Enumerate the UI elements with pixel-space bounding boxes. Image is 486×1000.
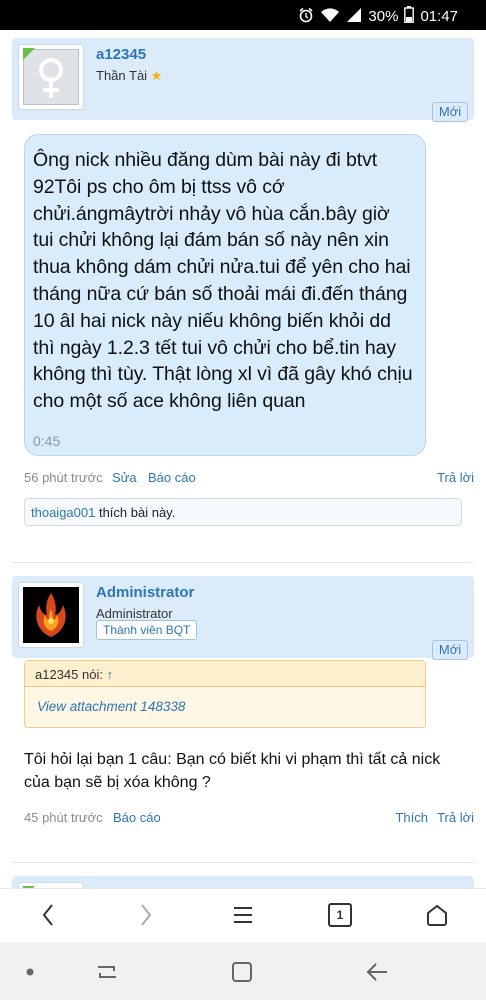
quote-header: a12345 nói: ↑ xyxy=(25,661,425,687)
home-nav-button[interactable] xyxy=(227,960,257,984)
reply-link[interactable]: Trả lời xyxy=(437,810,474,825)
alarm-icon xyxy=(298,7,314,27)
chevron-right-icon xyxy=(141,904,152,926)
forward-button[interactable] xyxy=(131,903,161,929)
browser-toolbar: 1 xyxy=(0,888,486,942)
post-user-bar xyxy=(12,876,474,888)
message-bubble: Ông nick nhiều đăng dùm bài này đi btvt … xyxy=(24,134,426,456)
likes-summary: thoaiga001 thích bài này. xyxy=(24,498,462,526)
reply-link[interactable]: Trả lời xyxy=(437,470,474,485)
battery-icon xyxy=(404,6,415,27)
staff-badge: Thành viên BQT xyxy=(96,620,198,640)
tabs-button[interactable]: 1 xyxy=(325,903,355,929)
home-square-icon xyxy=(232,962,252,982)
menu-icon xyxy=(234,907,252,923)
quote-block: a12345 nói: ↑ View attachment 148338 xyxy=(24,660,426,728)
likes-text: thích bài này. xyxy=(98,505,176,520)
audio-duration: 0:45 xyxy=(33,433,61,449)
dot-icon xyxy=(15,960,45,984)
post-actions: 45 phút trước Báo cáo Thích Trả lời xyxy=(24,810,474,828)
signal-icon xyxy=(346,7,362,27)
flame-emblem-icon xyxy=(36,593,66,637)
wifi-icon xyxy=(320,7,340,27)
back-arrow-icon xyxy=(366,963,387,981)
liker-link[interactable]: thoaiga001 xyxy=(31,505,95,520)
system-nav-bar xyxy=(0,942,486,1000)
recent-apps-icon xyxy=(98,966,116,978)
online-corner-icon xyxy=(23,48,35,60)
post-timestamp[interactable]: 56 phút trước xyxy=(24,470,103,485)
new-indicator-button[interactable]: Mới xyxy=(432,640,468,660)
chevron-left-icon xyxy=(42,904,53,926)
new-indicator-button[interactable]: Mới xyxy=(432,102,468,122)
username[interactable]: a12345 xyxy=(96,46,146,63)
post-actions: 56 phút trước Sửa Báo cáo Trả lời xyxy=(24,470,474,488)
post-divider xyxy=(12,862,474,863)
post-user-bar: Administrator Administrator Thành viên B… xyxy=(12,576,474,658)
menu-button[interactable] xyxy=(228,903,258,929)
quote-author: a12345 nói: xyxy=(35,667,103,682)
tabs-icon: 1 xyxy=(328,903,352,927)
like-link[interactable]: Thích xyxy=(395,810,428,825)
back-button[interactable] xyxy=(33,903,63,929)
home-icon xyxy=(427,904,447,926)
post-divider xyxy=(12,562,474,563)
attachment-link[interactable]: View attachment 148338 xyxy=(25,687,425,727)
post-message: Tôi hỏi lại bạn 1 câu: Bạn có biết khi v… xyxy=(24,751,441,791)
recent-apps-button[interactable] xyxy=(92,960,122,984)
status-bar: 30% 01:47 xyxy=(0,0,486,30)
thread-page: a12345 Thần Tài ★ Mới Ông nick nhiều đăn… xyxy=(0,30,486,888)
battery-percent: 30% xyxy=(368,8,399,25)
report-link[interactable]: Báo cáo xyxy=(148,470,196,485)
avatar[interactable] xyxy=(18,44,84,110)
tab-count: 1 xyxy=(336,908,344,922)
report-link[interactable]: Báo cáo xyxy=(113,810,161,825)
back-nav-button[interactable] xyxy=(363,960,393,984)
post-timestamp[interactable]: 45 phút trước xyxy=(24,810,103,825)
edit-link[interactable]: Sửa xyxy=(112,470,137,485)
jump-to-quote-icon[interactable]: ↑ xyxy=(107,667,114,682)
user-title: Administrator xyxy=(96,606,173,621)
post-user-bar: a12345 Thần Tài ★ xyxy=(12,38,474,120)
post-message: Ông nick nhiều đăng dùm bài này đi btvt … xyxy=(33,149,413,413)
clock: 01:47 xyxy=(420,8,458,25)
user-title: Thần Tài ★ xyxy=(96,68,163,83)
avatar[interactable] xyxy=(18,582,84,648)
star-icon: ★ xyxy=(150,68,163,83)
username[interactable]: Administrator xyxy=(96,584,194,601)
home-button[interactable] xyxy=(422,903,452,929)
